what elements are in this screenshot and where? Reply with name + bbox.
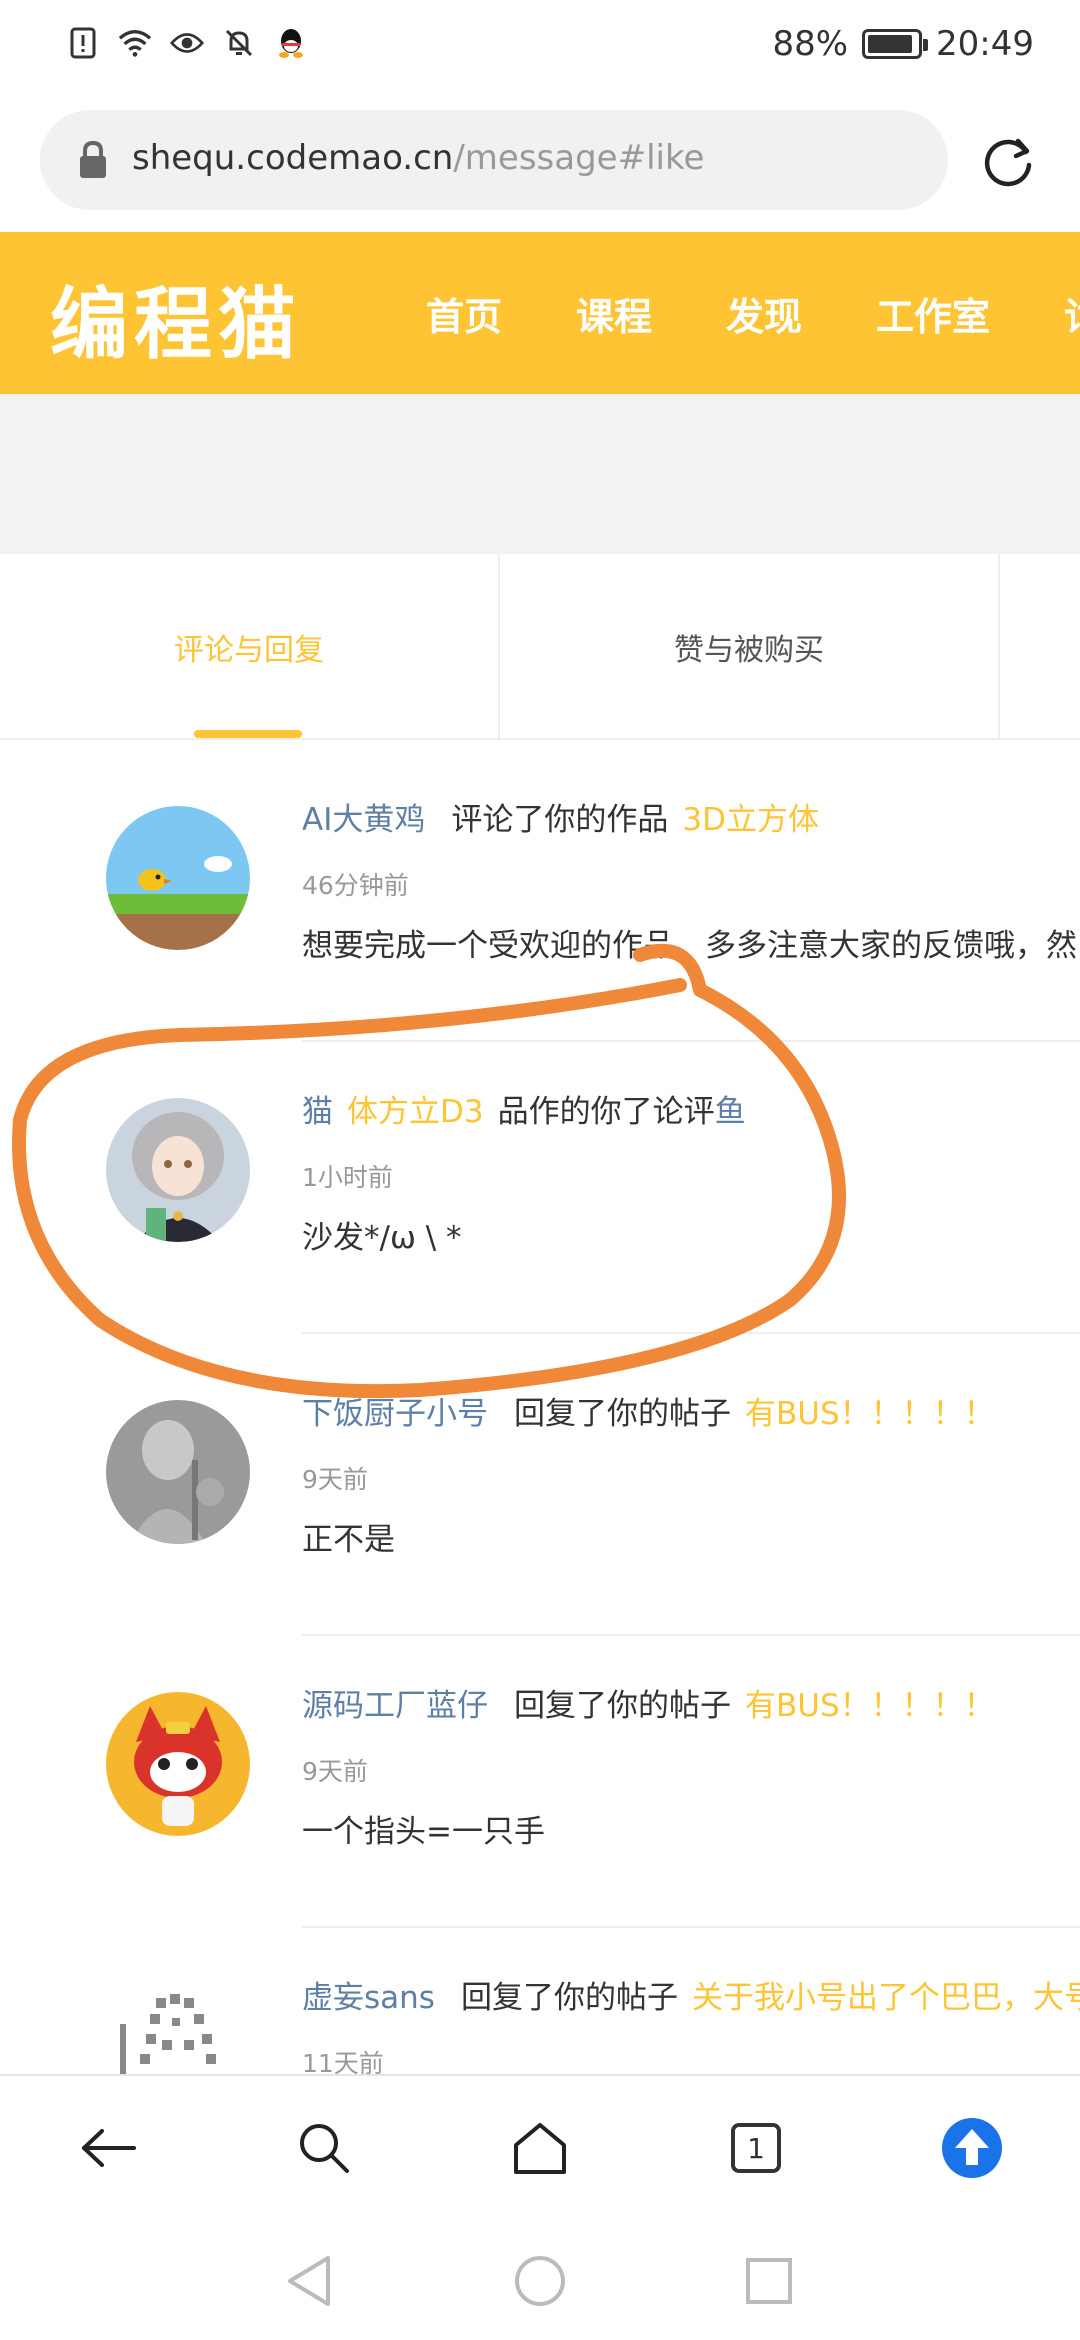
avatar[interactable] [106, 1984, 250, 2074]
status-bar: 88% 20:49 [0, 0, 1080, 92]
url-text[interactable]: shequ.codemao.cn/message#like [132, 138, 704, 178]
upload-icon[interactable] [940, 2116, 1004, 2180]
battery-percent: 88% [772, 24, 849, 64]
message-header: 猫体方立D3 品作的你了论评鱼 [302, 1086, 746, 1131]
message-action: 回复了你的帖子 [514, 1396, 731, 1432]
site-header: 编程猫 首页 课程 发现 工作室 讨 [0, 232, 1080, 394]
url-host: shequ.codemao.cn [132, 138, 454, 178]
nav-item-forum[interactable]: 讨 [1064, 286, 1080, 341]
avatar[interactable] [106, 1400, 250, 1544]
message-header: AI大黄鸡 评论了你的作品 3D立方体 [302, 794, 819, 839]
message-action: 评论了你的作品 [451, 802, 669, 838]
clock: 20:49 [936, 24, 1034, 64]
nav-recents-icon[interactable] [734, 2246, 804, 2316]
alert-sim-icon [66, 26, 100, 60]
message-action: 回复了你的帖子 [460, 1980, 678, 2016]
search-icon[interactable] [292, 2116, 356, 2180]
message-action: 品作的你了论评 [497, 1094, 715, 1130]
nav-home-icon[interactable] [505, 2246, 575, 2316]
message-time: 11天前 [302, 2049, 384, 2074]
browser-toolbar: 1 [0, 2074, 1080, 2220]
message-target[interactable]: 有BUS！！！！！ [745, 1688, 995, 1724]
qq-icon [274, 26, 308, 60]
message-item[interactable]: 源码工厂蓝仔 回复了你的帖子 有BUS！！！！！ 9天前 一个指头=一只手 [0, 1636, 1080, 1928]
system-nav-bar [0, 2220, 1080, 2340]
message-user[interactable]: 下饭厨子小号 [302, 1396, 488, 1432]
lock-icon [78, 140, 108, 180]
avatar[interactable] [106, 1098, 250, 1242]
eye-icon [170, 26, 204, 60]
header-spacer [0, 394, 1080, 554]
message-time: 9天前 [302, 1757, 368, 1786]
message-divider [302, 1332, 1080, 1334]
message-header: 下饭厨子小号 回复了你的帖子 有BUS！！！！！ [302, 1388, 995, 1433]
message-time: 9天前 [302, 1465, 368, 1494]
message-body: 沙发*/ω \ * [302, 1220, 462, 1256]
message-user[interactable]: 猫 [302, 1094, 333, 1130]
site-nav: 首页 课程 发现 工作室 讨 [426, 232, 1080, 394]
message-header: 虚妄sans 回复了你的帖子 关于我小号出了个巴巴，大号 [302, 1972, 1080, 2017]
message-user[interactable]: AI大黄鸡 [302, 802, 425, 838]
message-action: 回复了你的帖子 [514, 1688, 731, 1724]
message-target[interactable]: 有BUS！！！！！ [745, 1396, 995, 1432]
tab-likes-purchases[interactable]: 赞与被购买 [500, 554, 998, 740]
message-user-suffix: 鱼 [714, 1094, 746, 1130]
message-target[interactable]: 3D立方体 [682, 802, 819, 838]
nav-back-icon[interactable] [274, 2246, 344, 2316]
avatar[interactable] [106, 1692, 250, 1836]
tabs-icon[interactable]: 1 [724, 2116, 788, 2180]
nav-item-studio[interactable]: 工作室 [876, 286, 990, 341]
message-body: 一个指头=一只手 [302, 1814, 545, 1850]
message-tabs: 评论与回复 赞与被购买 [0, 554, 1080, 740]
nav-item-home[interactable]: 首页 [426, 286, 502, 341]
status-right: 88% 20:49 [772, 24, 1034, 64]
back-arrow-icon[interactable] [76, 2116, 140, 2180]
message-user[interactable]: 虚妄sans [302, 1980, 435, 2016]
address-bar[interactable]: shequ.codemao.cn/message#like [40, 110, 948, 210]
tab-comments-replies[interactable]: 评论与回复 [0, 554, 498, 740]
message-user[interactable]: 源码工厂蓝仔 [302, 1688, 488, 1724]
message-time: 46分钟前 [302, 871, 409, 900]
message-item[interactable]: 猫体方立D3 品作的你了论评鱼 1小时前 沙发*/ω \ * [0, 1042, 1080, 1334]
status-icons [66, 26, 308, 60]
site-logo[interactable]: 编程猫 [50, 262, 302, 374]
message-item[interactable]: AI大黄鸡 评论了你的作品 3D立方体 46分钟前 想要完成一个受欢迎的作品，多多注… [0, 750, 1080, 1042]
message-item[interactable]: 虚妄sans 回复了你的帖子 关于我小号出了个巴巴，大号 11天前 [0, 1928, 1080, 2074]
message-body: 想要完成一个受欢迎的作品，多多注意大家的反馈哦，然 [302, 928, 1077, 964]
tab-count: 1 [731, 2123, 781, 2173]
message-body: 正不是 [302, 1522, 395, 1558]
message-time: 1小时前 [302, 1163, 393, 1192]
active-tab-indicator [194, 730, 302, 738]
avatar[interactable] [106, 806, 250, 950]
message-target[interactable]: 关于我小号出了个巴巴，大号 [692, 1980, 1080, 2016]
message-target[interactable]: 体方立D3 [347, 1094, 484, 1130]
message-item[interactable]: 下饭厨子小号 回复了你的帖子 有BUS！！！！！ 9天前 正不是 [0, 1344, 1080, 1636]
url-path: /message#like [453, 138, 705, 178]
nav-item-discover[interactable]: 发现 [726, 286, 802, 341]
home-icon[interactable] [508, 2116, 572, 2180]
wifi-icon [118, 26, 152, 60]
message-header: 源码工厂蓝仔 回复了你的帖子 有BUS！！！！！ [302, 1680, 995, 1725]
mute-icon [222, 26, 256, 60]
nav-item-courses[interactable]: 课程 [576, 286, 652, 341]
tab-more[interactable] [1000, 554, 1080, 740]
reload-icon[interactable] [980, 132, 1036, 188]
battery-icon [862, 29, 929, 59]
